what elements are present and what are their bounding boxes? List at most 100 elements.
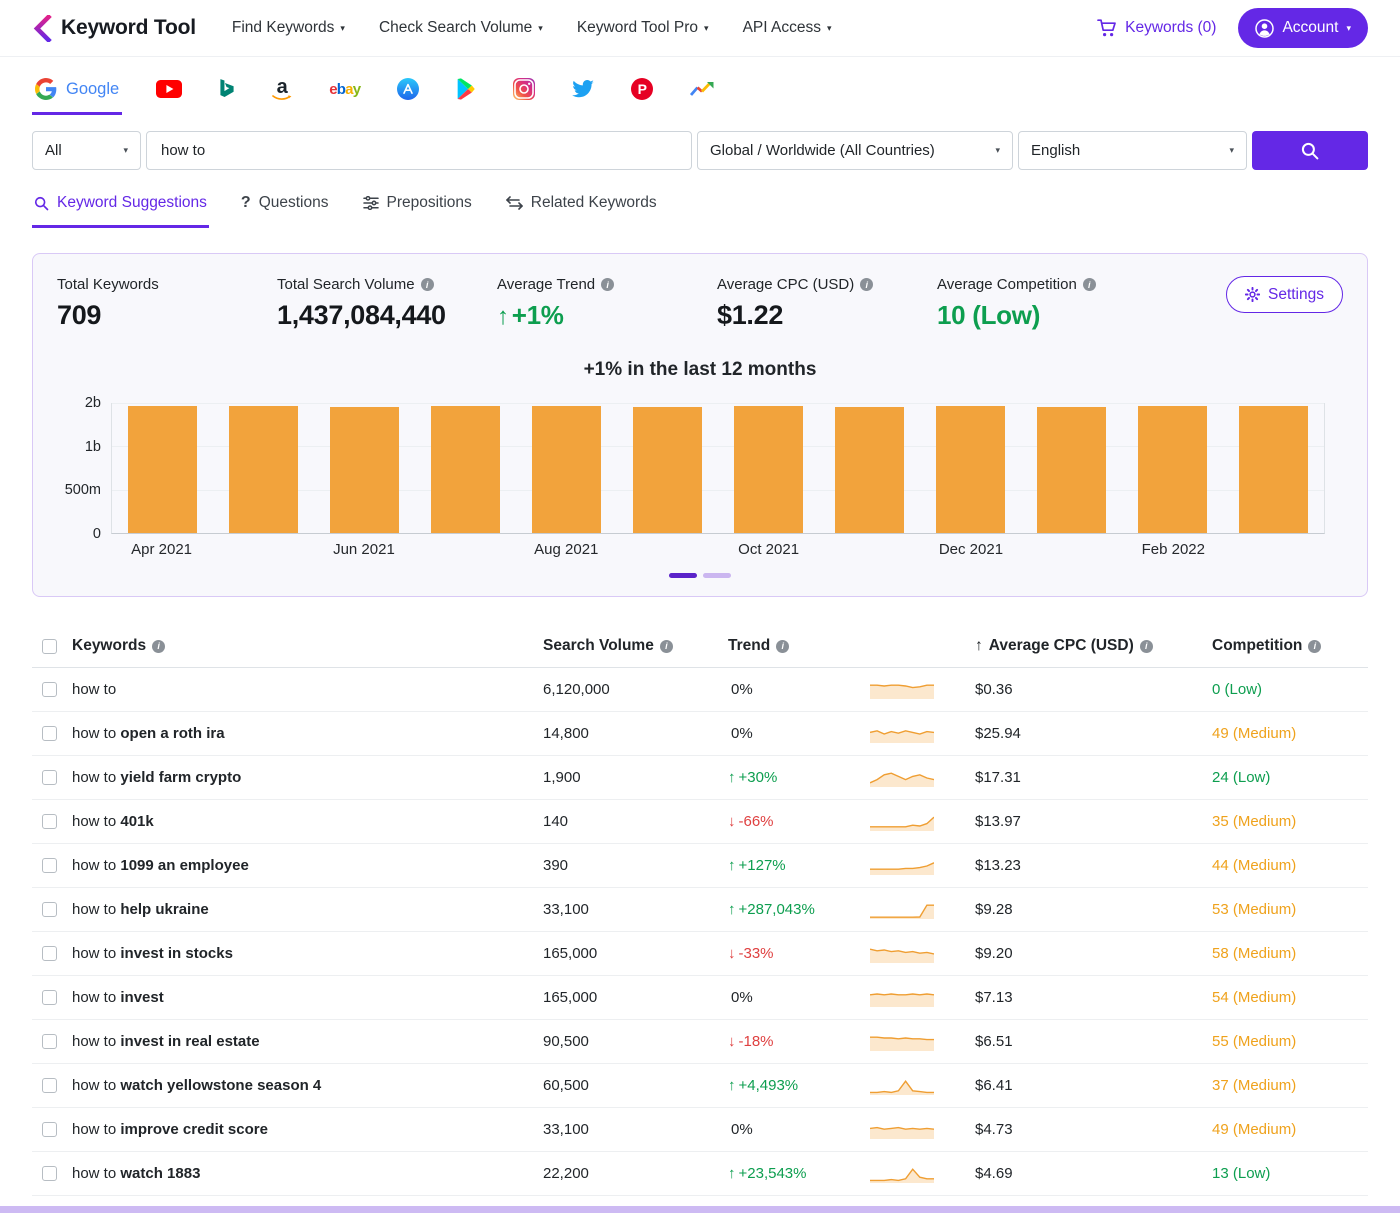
- info-icon[interactable]: i: [660, 640, 673, 653]
- keyword-cell[interactable]: how to: [72, 668, 543, 712]
- stat-label: Average CPC (USD): [717, 276, 854, 293]
- platform-tab-twitter[interactable]: [569, 71, 597, 115]
- table-header-row: Keywordsi Search Volumei Trendi ↑Average…: [32, 627, 1368, 668]
- language-select[interactable]: English ▾: [1018, 131, 1247, 170]
- competition-cell: 24 (Low): [1212, 756, 1368, 800]
- sparkline-cell: [870, 976, 975, 1020]
- search-volume-cell: 390: [543, 844, 728, 888]
- keyword-cell[interactable]: how to yield farm crypto: [72, 756, 543, 800]
- search-input[interactable]: [146, 131, 692, 170]
- brand[interactable]: Keyword Tool: [32, 15, 196, 42]
- competition-cell: 58 (Medium): [1212, 932, 1368, 976]
- trend-cell: ↑+23,543%: [728, 1152, 870, 1196]
- search-volume-cell: 22,200: [543, 1152, 728, 1196]
- stats-card: Total Keywords 709 Total Search Volumei …: [32, 253, 1368, 597]
- platform-tab-bing[interactable]: [216, 71, 238, 115]
- header-competition[interactable]: Competitioni: [1212, 627, 1368, 668]
- nav-label: Check Search Volume: [379, 19, 532, 37]
- sparkline-chart: [870, 724, 934, 744]
- info-icon[interactable]: i: [776, 640, 789, 653]
- header-average-cpc[interactable]: ↑Average CPC (USD)i: [975, 627, 1212, 668]
- sparkline-chart: [870, 856, 934, 876]
- nav-api-access[interactable]: API Access ▾: [743, 19, 832, 37]
- category-value: All: [45, 142, 62, 159]
- platform-tab-app-store[interactable]: [394, 71, 422, 115]
- info-icon[interactable]: i: [601, 278, 614, 291]
- header-trend[interactable]: Trendi: [728, 627, 870, 668]
- keyword-cell[interactable]: how to 1099 an employee: [72, 844, 543, 888]
- x-tick-label: Dec 2021: [920, 541, 1021, 558]
- info-icon[interactable]: i: [152, 640, 165, 653]
- cpc-cell: $4.69: [975, 1152, 1212, 1196]
- keyword-cell[interactable]: how to help ukraine: [72, 888, 543, 932]
- keyword-cell[interactable]: how to invest in real estate: [72, 1020, 543, 1064]
- tab-keyword-suggestions[interactable]: Keyword Suggestions: [32, 184, 209, 228]
- platform-tab-ebay[interactable]: ebay: [326, 71, 363, 115]
- chart-bar: [1138, 406, 1208, 533]
- platform-tab-amazon[interactable]: a: [269, 71, 295, 115]
- row-checkbox[interactable]: [42, 726, 57, 741]
- carousel-dot[interactable]: [703, 573, 731, 578]
- platform-tab-google[interactable]: Google: [32, 71, 122, 115]
- account-button[interactable]: Account ▾: [1238, 8, 1368, 48]
- info-icon[interactable]: i: [1140, 640, 1153, 653]
- row-checkbox[interactable]: [42, 858, 57, 873]
- competition-cell: 55 (Medium): [1212, 1020, 1368, 1064]
- keyword-cell[interactable]: how to invest in stocks: [72, 932, 543, 976]
- country-select[interactable]: Global / Worldwide (All Countries) ▾: [697, 131, 1013, 170]
- row-checkbox[interactable]: [42, 902, 57, 917]
- info-icon[interactable]: i: [421, 278, 434, 291]
- keyword-cell[interactable]: how to open a roth ira: [72, 712, 543, 756]
- row-checkbox[interactable]: [42, 946, 57, 961]
- row-checkbox[interactable]: [42, 1166, 57, 1181]
- row-checkbox[interactable]: [42, 770, 57, 785]
- platform-tab-google-trends[interactable]: [687, 71, 719, 115]
- keyword-cell[interactable]: how to watch 1883: [72, 1152, 543, 1196]
- x-tick-label: Apr 2021: [111, 541, 212, 558]
- nav-keyword-tool-pro[interactable]: Keyword Tool Pro ▾: [577, 19, 709, 37]
- chart-bar: [128, 406, 198, 533]
- platform-tab-youtube[interactable]: [153, 71, 185, 115]
- tab-related-keywords[interactable]: Related Keywords: [504, 184, 659, 228]
- cart-keywords-link[interactable]: Keywords (0): [1097, 19, 1216, 37]
- keyword-cell[interactable]: how to invest: [72, 976, 543, 1020]
- sparkline-cell: [870, 1064, 975, 1108]
- row-checkbox[interactable]: [42, 1122, 57, 1137]
- platform-tab-instagram[interactable]: [510, 71, 538, 115]
- cpc-cell: $6.51: [975, 1020, 1212, 1064]
- nav-check-search-volume[interactable]: Check Search Volume ▾: [379, 19, 543, 37]
- trend-cell: 0%: [728, 1108, 870, 1152]
- search-button[interactable]: [1252, 131, 1368, 170]
- header-search-volume[interactable]: Search Volumei: [543, 627, 728, 668]
- keyword-cell[interactable]: how to improve credit score: [72, 1108, 543, 1152]
- chevron-down-icon: ▾: [538, 24, 543, 33]
- google-trends-icon: [690, 81, 716, 97]
- x-tick-label: [212, 541, 313, 558]
- category-select[interactable]: All ▾: [32, 131, 141, 170]
- sparkline-cell: [870, 756, 975, 800]
- info-icon[interactable]: i: [860, 278, 873, 291]
- platform-tab-pinterest[interactable]: P: [628, 71, 656, 115]
- settings-button[interactable]: Settings: [1226, 276, 1343, 313]
- trend-cell: ↑+30%: [728, 756, 870, 800]
- sparkline-chart: [870, 988, 934, 1008]
- tab-questions[interactable]: ? Questions: [239, 184, 331, 228]
- stat-value: 10 (Low): [937, 300, 1157, 331]
- nav-label: API Access: [743, 19, 821, 37]
- tab-prepositions[interactable]: Prepositions: [361, 184, 474, 228]
- nav-find-keywords[interactable]: Find Keywords ▾: [232, 19, 345, 37]
- row-checkbox[interactable]: [42, 990, 57, 1005]
- keyword-cell[interactable]: how to watch yellowstone season 4: [72, 1064, 543, 1108]
- info-icon[interactable]: i: [1083, 278, 1096, 291]
- info-icon[interactable]: i: [1308, 640, 1321, 653]
- row-checkbox[interactable]: [42, 682, 57, 697]
- platform-tab-google-play[interactable]: [453, 71, 479, 115]
- keyword-cell[interactable]: how to 401k: [72, 800, 543, 844]
- row-checkbox[interactable]: [42, 814, 57, 829]
- carousel-dot-active[interactable]: [669, 573, 697, 578]
- table-row: how to yield farm crypto 1,900 ↑+30% $17…: [32, 756, 1368, 800]
- row-checkbox[interactable]: [42, 1078, 57, 1093]
- select-all-checkbox[interactable]: [42, 639, 57, 654]
- row-checkbox[interactable]: [42, 1034, 57, 1049]
- competition-cell: 53 (Medium): [1212, 888, 1368, 932]
